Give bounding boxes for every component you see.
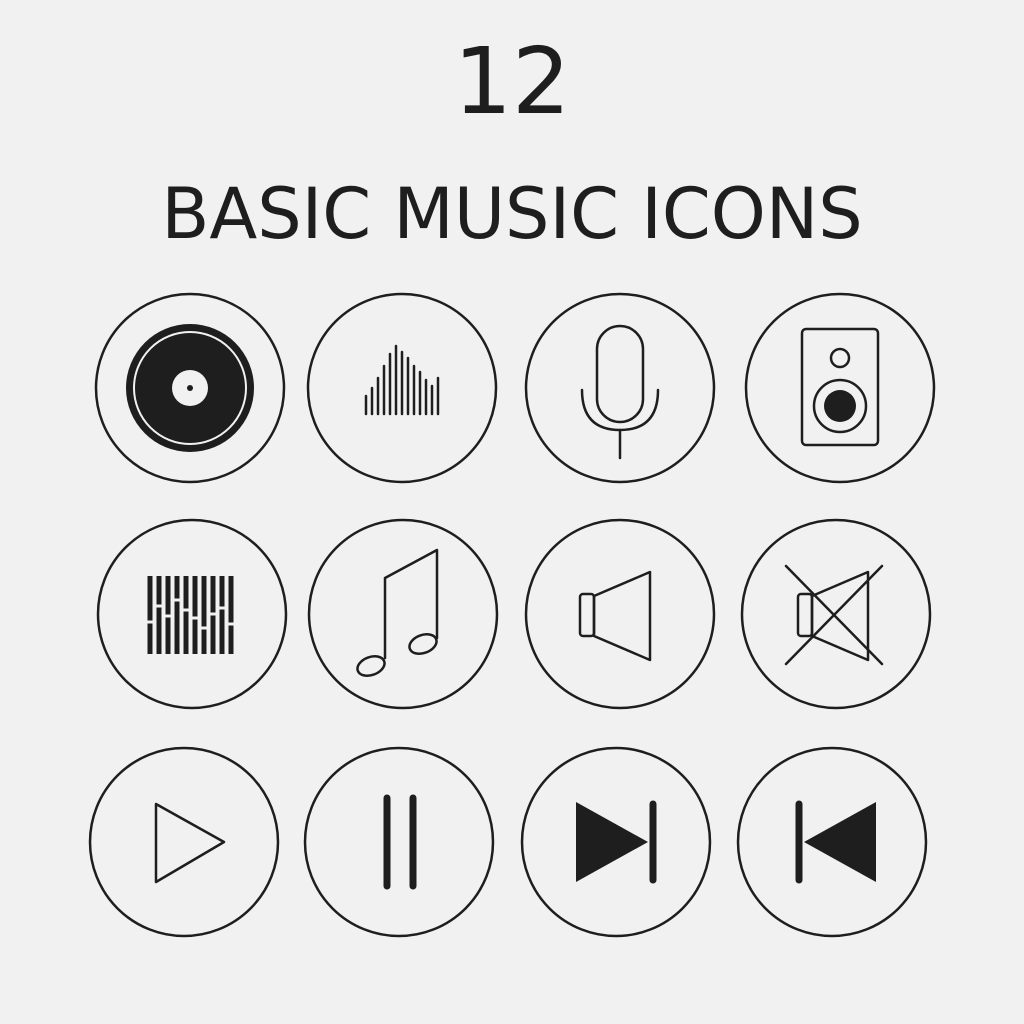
next-track-icon[interactable] bbox=[520, 746, 712, 938]
sound-wave-icon[interactable] bbox=[306, 292, 498, 484]
previous-track-icon[interactable] bbox=[736, 746, 928, 938]
vinyl-record-icon[interactable] bbox=[94, 292, 286, 484]
play-icon[interactable] bbox=[88, 746, 280, 938]
count-heading: 12 bbox=[453, 28, 571, 135]
equalizer-icon[interactable] bbox=[96, 518, 288, 710]
mute-icon[interactable] bbox=[740, 518, 932, 710]
microphone-icon[interactable] bbox=[524, 292, 716, 484]
volume-icon[interactable] bbox=[524, 518, 716, 710]
music-note-icon[interactable] bbox=[307, 518, 499, 710]
speaker-box-icon[interactable] bbox=[744, 292, 936, 484]
pause-icon[interactable] bbox=[303, 746, 495, 938]
page-title: BASIC MUSIC ICONS bbox=[161, 173, 863, 255]
